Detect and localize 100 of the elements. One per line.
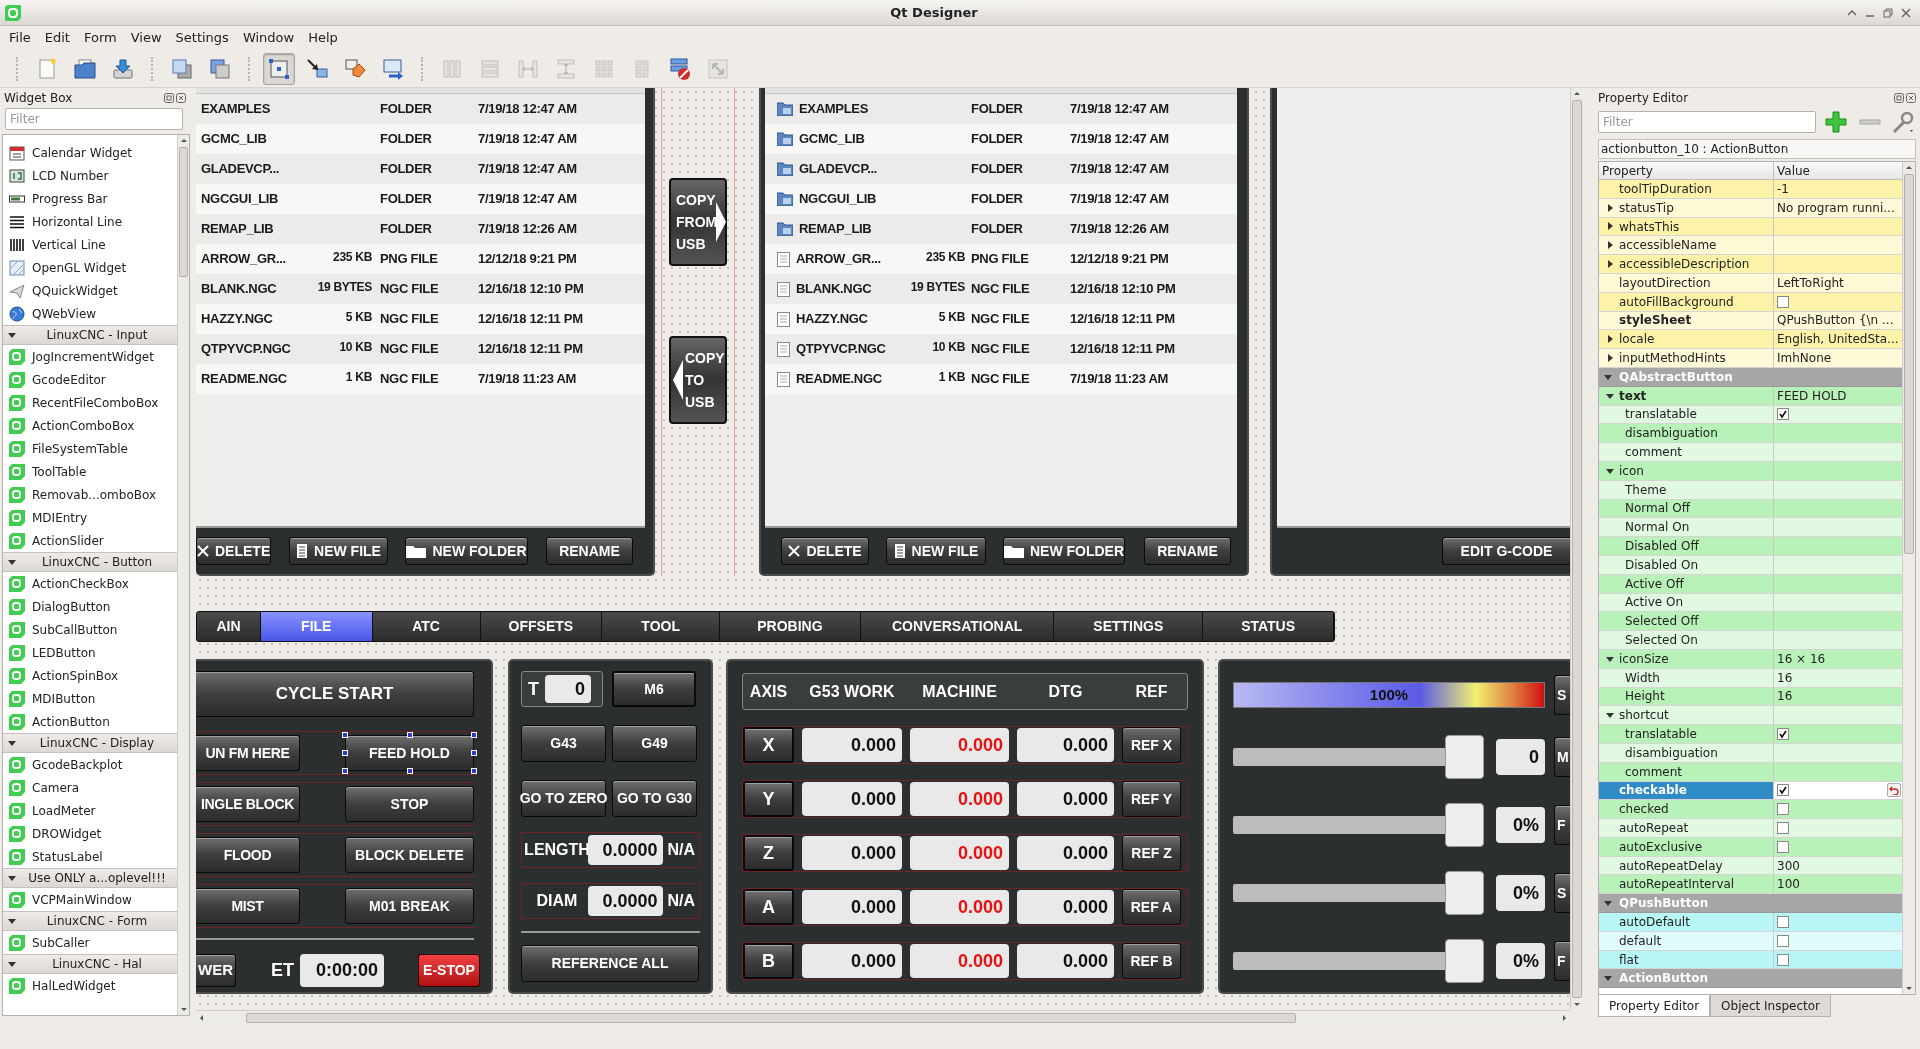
- triangle-right-icon[interactable]: [1605, 240, 1615, 251]
- tab[interactable]: AIN: [197, 612, 261, 641]
- tab[interactable]: Property Editor: [1598, 995, 1711, 1017]
- property-name[interactable]: statusTip: [1619, 198, 1674, 217]
- widget-list-item[interactable]: Calendar Widget: [32, 143, 133, 162]
- tab[interactable]: CONVERSATIONAL: [860, 612, 1055, 641]
- control-button[interactable]: FEED HOLD: [345, 735, 474, 771]
- property-name[interactable]: text: [1619, 386, 1647, 405]
- selection-handle[interactable]: [406, 732, 413, 738]
- tab[interactable]: PROBING: [720, 612, 861, 641]
- filter-field[interactable]: Filter: [5, 108, 183, 130]
- edit-button[interactable]: EDIT G-CODE: [1442, 537, 1570, 565]
- side-button[interactable]: M: [1554, 737, 1570, 777]
- triangle-right-icon[interactable]: [1605, 202, 1615, 213]
- property-name[interactable]: default: [1619, 931, 1662, 950]
- widget-list-item[interactable]: DialogButton: [32, 597, 111, 616]
- checkbox[interactable]: [1777, 295, 1789, 308]
- file-name[interactable]: QTPYVCP.NGC: [201, 339, 291, 359]
- scrollbar[interactable]: [1902, 162, 1915, 994]
- property-name[interactable]: Active Off: [1625, 574, 1684, 593]
- file-name[interactable]: NGCGUI_LIB: [799, 189, 877, 209]
- widget-list-item[interactable]: ActionCheckBox: [32, 574, 129, 593]
- file-name[interactable]: EXAMPLES: [201, 99, 271, 119]
- reset-button[interactable]: [1887, 783, 1901, 798]
- widget-list-item[interactable]: LCD Number: [32, 166, 109, 185]
- widget-list-item[interactable]: GcodeBackplot: [32, 755, 123, 774]
- widget-list-item[interactable]: Removab...omboBox: [32, 485, 157, 504]
- widget-list-item[interactable]: OpenGL Widget: [32, 258, 127, 277]
- menu-item[interactable]: Settings: [168, 28, 236, 48]
- file-name[interactable]: HAZZY.NGC: [796, 309, 868, 329]
- file-name[interactable]: README.NGC: [796, 369, 882, 389]
- file-name[interactable]: ARROW_GR...: [796, 249, 881, 269]
- slider[interactable]: [1233, 735, 1484, 779]
- category-header[interactable]: LinuxCNC - Form: [3, 911, 177, 931]
- widget-list-item[interactable]: MDIEntry: [32, 508, 88, 527]
- reference-all-button[interactable]: REFERENCE ALL: [521, 945, 699, 982]
- file-name[interactable]: GCMC_LIB: [201, 129, 267, 149]
- file-action-button[interactable]: DELETE: [781, 537, 869, 565]
- scrollbar-thumb[interactable]: [179, 147, 188, 277]
- property-name[interactable]: shortcut: [1619, 706, 1669, 725]
- tool-button[interactable]: G49: [612, 725, 697, 762]
- tab[interactable]: Object Inspector: [1710, 995, 1831, 1017]
- widget-list-item[interactable]: JogIncrementWidget: [32, 347, 154, 366]
- control-button[interactable]: FLOOD: [196, 837, 300, 873]
- widget-list-item[interactable]: QWebView: [32, 304, 97, 323]
- file-name[interactable]: QTPYVCP.NGC: [796, 339, 886, 359]
- property-name[interactable]: comment: [1625, 762, 1682, 781]
- slider-thumb[interactable]: [1445, 803, 1484, 847]
- close-icon[interactable]: [176, 93, 186, 103]
- checkbox[interactable]: [1777, 934, 1789, 947]
- selection-handle[interactable]: [471, 768, 477, 774]
- category-header[interactable]: LinuxCNC - Button: [3, 552, 177, 572]
- tab[interactable]: STATUS: [1203, 612, 1334, 641]
- scrollbar-thumb[interactable]: [246, 1012, 1296, 1023]
- widget-list-item[interactable]: SubCaller: [32, 933, 90, 952]
- selection-handle[interactable]: [406, 768, 413, 774]
- widget-list-item[interactable]: HalLedWidget: [32, 976, 116, 995]
- triangle-right-icon[interactable]: [1605, 259, 1615, 270]
- file-name[interactable]: REMAP_LIB: [799, 219, 872, 239]
- close-icon[interactable]: [1900, 6, 1912, 19]
- menu-item[interactable]: Form: [76, 28, 124, 48]
- menu-item[interactable]: Help: [301, 28, 345, 48]
- side-button[interactable]: S: [1554, 675, 1570, 715]
- menu-item[interactable]: File: [2, 28, 38, 48]
- selection-handle[interactable]: [471, 732, 477, 738]
- widget-list-item[interactable]: GcodeEditor: [32, 370, 106, 389]
- control-button[interactable]: STOP: [345, 786, 474, 822]
- scrollbar[interactable]: [1570, 88, 1583, 1010]
- widget-list-item[interactable]: Progress Bar: [32, 189, 108, 208]
- property-name[interactable]: inputMethodHints: [1619, 349, 1726, 368]
- property-name[interactable]: whatsThis: [1619, 217, 1680, 236]
- widget-list-item[interactable]: Vertical Line: [32, 235, 106, 254]
- slider[interactable]: [1233, 939, 1484, 983]
- tool-change-button[interactable]: M6: [612, 671, 696, 707]
- widget-list-item[interactable]: ActionSlider: [32, 531, 104, 550]
- file-action-button[interactable]: NEW FOLDER: [405, 537, 528, 565]
- checkbox[interactable]: [1777, 803, 1789, 816]
- slider-thumb[interactable]: [1445, 735, 1484, 779]
- control-button[interactable]: M01 BREAK: [345, 888, 474, 924]
- widget-list-item[interactable]: ActionButton: [32, 712, 110, 731]
- tool-button[interactable]: G43: [521, 725, 606, 762]
- triangle-right-icon[interactable]: [1605, 334, 1615, 345]
- selection-handle[interactable]: [342, 750, 348, 756]
- widget-list-item[interactable]: ToolTable: [32, 462, 87, 481]
- plus-icon[interactable]: [1824, 110, 1850, 134]
- widget-list-item[interactable]: FileSystemTable: [32, 439, 128, 458]
- file-name[interactable]: GCMC_LIB: [799, 129, 865, 149]
- widget-list-item[interactable]: DROWidget: [32, 824, 102, 843]
- tab[interactable]: SETTINGS: [1054, 612, 1204, 641]
- property-name[interactable]: toolTipDuration: [1619, 179, 1712, 198]
- checkbox[interactable]: [1777, 784, 1789, 797]
- file-action-button[interactable]: NEW FILE: [289, 537, 388, 565]
- tab[interactable]: TOOL: [602, 612, 721, 641]
- widget-list-item[interactable]: QQuickWidget: [32, 281, 118, 300]
- menu-item[interactable]: Edit: [37, 28, 77, 48]
- control-button[interactable]: WER: [196, 953, 236, 987]
- file-name[interactable]: BLANK.NGC: [796, 279, 872, 299]
- control-button[interactable]: BLOCK DELETE: [345, 837, 474, 873]
- tab[interactable]: OFFSETS: [480, 612, 603, 641]
- tool-button[interactable]: GO TO G30: [612, 780, 697, 817]
